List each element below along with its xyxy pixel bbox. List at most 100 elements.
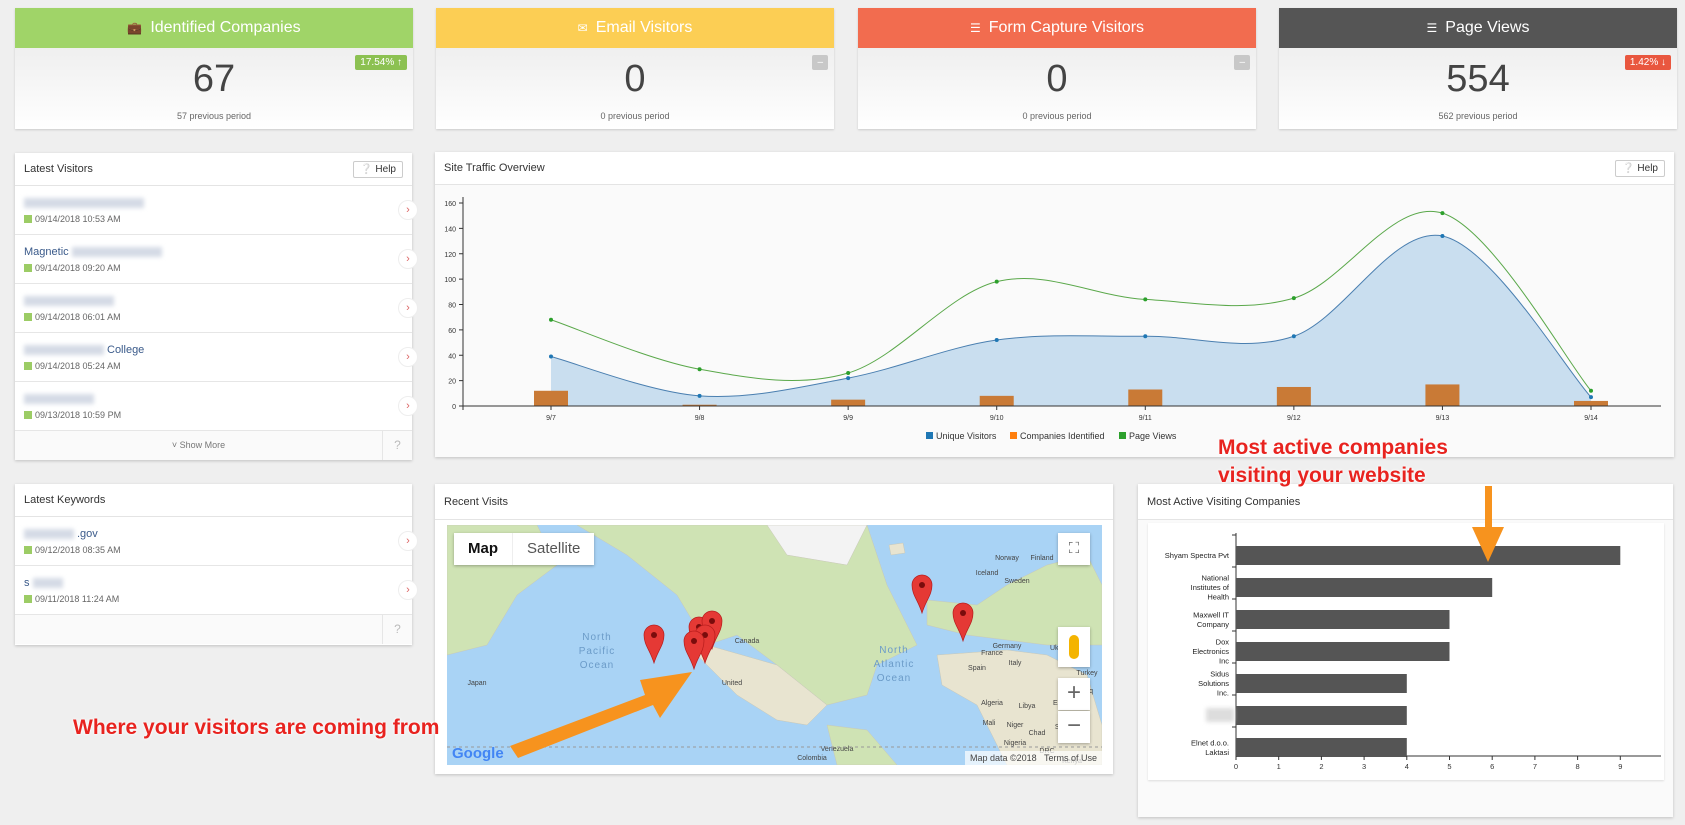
item-date: 09/11/2018 11:24 AM	[35, 594, 120, 604]
map-label: Colombia	[797, 755, 827, 762]
panel-title: Latest Keywords	[24, 494, 106, 506]
list-item[interactable]: s 09/11/2018 11:24 AM ›	[15, 566, 418, 615]
unique-visitors-point	[1440, 233, 1445, 238]
google-logo: Google	[452, 745, 504, 762]
item-date: 09/14/2018 10:53 AM	[35, 214, 121, 224]
panel-title: Latest Visitors	[24, 163, 93, 175]
item-name[interactable]: .gov	[77, 528, 98, 540]
page-views-point	[549, 317, 553, 322]
help-button[interactable]: ❔ Help	[353, 160, 403, 178]
y-tick-label: 100	[444, 277, 456, 284]
list-item[interactable]: 09/14/2018 06:01 AM ›	[15, 284, 418, 333]
map-label: Nigeria	[1004, 740, 1026, 747]
stat-card-header: ✉ Email Visitors	[436, 8, 834, 48]
map-label: Niger	[1007, 722, 1024, 729]
map-tab[interactable]: Map	[454, 533, 513, 565]
company-label: National	[1201, 574, 1229, 583]
latest-visitors-panel: Latest Visitors ❔ Help 09/14/2018 10:53 …	[15, 153, 418, 460]
chevron-right-icon[interactable]: ›	[398, 200, 418, 220]
y-tick-label: 120	[444, 252, 456, 259]
fullscreen-button[interactable]: ⛶	[1058, 533, 1090, 565]
company-label: Institutes of	[1191, 583, 1230, 592]
map-label: Germany	[993, 643, 1022, 650]
unique-visitors-point	[994, 338, 999, 343]
x-tick-label: 9/8	[695, 415, 705, 422]
list-item[interactable]: 09/13/2018 10:59 PM ›	[15, 382, 418, 431]
zoom-out-button[interactable]: −	[1058, 711, 1090, 743]
footer-spacer	[15, 615, 383, 644]
chevron-right-icon[interactable]: ›	[398, 298, 418, 318]
world-map[interactable]: CanadaUnitedMexicoNorthPacificOceanNorth…	[447, 525, 1102, 765]
x-tick-label: 9/14	[1584, 415, 1598, 422]
x-tick-label: 9/7	[546, 415, 556, 422]
x-tick-label: 4	[1405, 762, 1409, 771]
street-view-pegman-icon[interactable]	[1058, 627, 1090, 667]
calendar-icon	[24, 215, 32, 223]
stat-card: 💼 Identified Companies 17.54% ↑ 67 57 pre…	[15, 8, 413, 129]
calendar-icon	[24, 362, 32, 370]
list-item[interactable]: College 09/14/2018 05:24 AM ›	[15, 333, 418, 382]
calendar-icon	[24, 313, 32, 321]
map-pin-dot	[691, 638, 697, 644]
redacted-text	[24, 197, 144, 208]
x-tick-label: 0	[1234, 762, 1238, 771]
map-label: Canada	[735, 638, 760, 645]
calendar-icon	[24, 546, 32, 554]
terms-link[interactable]: Terms of Use	[1044, 753, 1097, 763]
satellite-tab[interactable]: Satellite	[513, 533, 594, 565]
envelope-icon: ✉	[577, 21, 588, 35]
list-item[interactable]: 09/14/2018 10:53 AM ›	[15, 186, 418, 235]
x-tick-label: 9	[1618, 762, 1622, 771]
chevron-right-icon[interactable]: ›	[398, 347, 418, 367]
x-tick-label: 9/13	[1436, 415, 1450, 422]
map-label: Atlantic	[874, 659, 915, 670]
zoom-in-button[interactable]: +	[1058, 678, 1090, 710]
company-label: Health	[1207, 593, 1229, 602]
previous-period: 0 previous period	[1022, 111, 1092, 121]
calendar-icon	[24, 264, 32, 272]
companies-bar	[831, 399, 866, 406]
site-traffic-chart: 0 20 40 60 80 100 120 140 160 9/7 9/8 9/9 9/10 9/11 9/…	[444, 197, 1661, 441]
item-name[interactable]: s	[24, 577, 30, 589]
map-label: Iceland	[976, 570, 999, 577]
chevron-right-icon[interactable]: ›	[398, 249, 418, 269]
help-button[interactable]: ❔ Help	[1615, 159, 1665, 177]
list-icon: ☰	[969, 21, 981, 35]
unique-visitors-point	[1589, 395, 1593, 400]
map-label: Ocean	[877, 673, 911, 684]
legend-swatch	[1010, 432, 1017, 439]
map-label: Spain	[968, 665, 986, 672]
item-name[interactable]: College	[107, 344, 144, 356]
annotation-map: Where your visitors are coming from	[73, 716, 440, 739]
company-label: Solutions	[1198, 679, 1229, 688]
company-bar	[1236, 578, 1493, 597]
map-label: Algeria	[981, 700, 1003, 707]
x-tick-label: 8	[1576, 762, 1580, 771]
question-icon[interactable]: ?	[383, 615, 412, 644]
map-label: Sweden	[1004, 578, 1029, 585]
stat-card: ✉ Email Visitors – 0 0 previous period	[436, 8, 834, 129]
company-label: Inc	[1219, 657, 1229, 666]
legend-swatch	[1119, 432, 1126, 439]
chevron-right-icon[interactable]: ›	[398, 396, 418, 416]
redacted-text	[24, 295, 114, 306]
chevron-right-icon[interactable]: ›	[398, 580, 418, 600]
companies-bar-chart: Shyam Spectra Pvt NationalInstitutes ofHe…	[1165, 533, 1661, 789]
panel-title: Recent Visits	[444, 495, 508, 508]
item-name[interactable]: Magnetic	[24, 246, 69, 258]
annotation-companies: Most active companies visiting your webs…	[1218, 436, 1448, 487]
map-label: France	[981, 650, 1003, 657]
x-tick-label: 2	[1319, 762, 1323, 771]
question-icon[interactable]: ?	[383, 431, 412, 460]
list-item[interactable]: Magnetic 09/14/2018 09:20 AM ›	[15, 235, 418, 284]
list-item[interactable]: .gov 09/12/2018 08:35 AM ›	[15, 517, 418, 566]
stat-card-header: ☰ Form Capture Visitors	[858, 8, 1256, 48]
x-tick-label: 9/9	[843, 415, 853, 422]
legend-label: Unique Visitors	[936, 431, 997, 441]
chevron-right-icon[interactable]: ›	[398, 531, 418, 551]
show-more-button[interactable]: ˅ Show More	[15, 431, 383, 460]
company-label: Company	[1197, 620, 1229, 629]
item-date: 09/14/2018 09:20 AM	[35, 263, 121, 273]
company-label: Inc.	[1217, 689, 1229, 698]
map-pin-dot	[960, 610, 966, 616]
